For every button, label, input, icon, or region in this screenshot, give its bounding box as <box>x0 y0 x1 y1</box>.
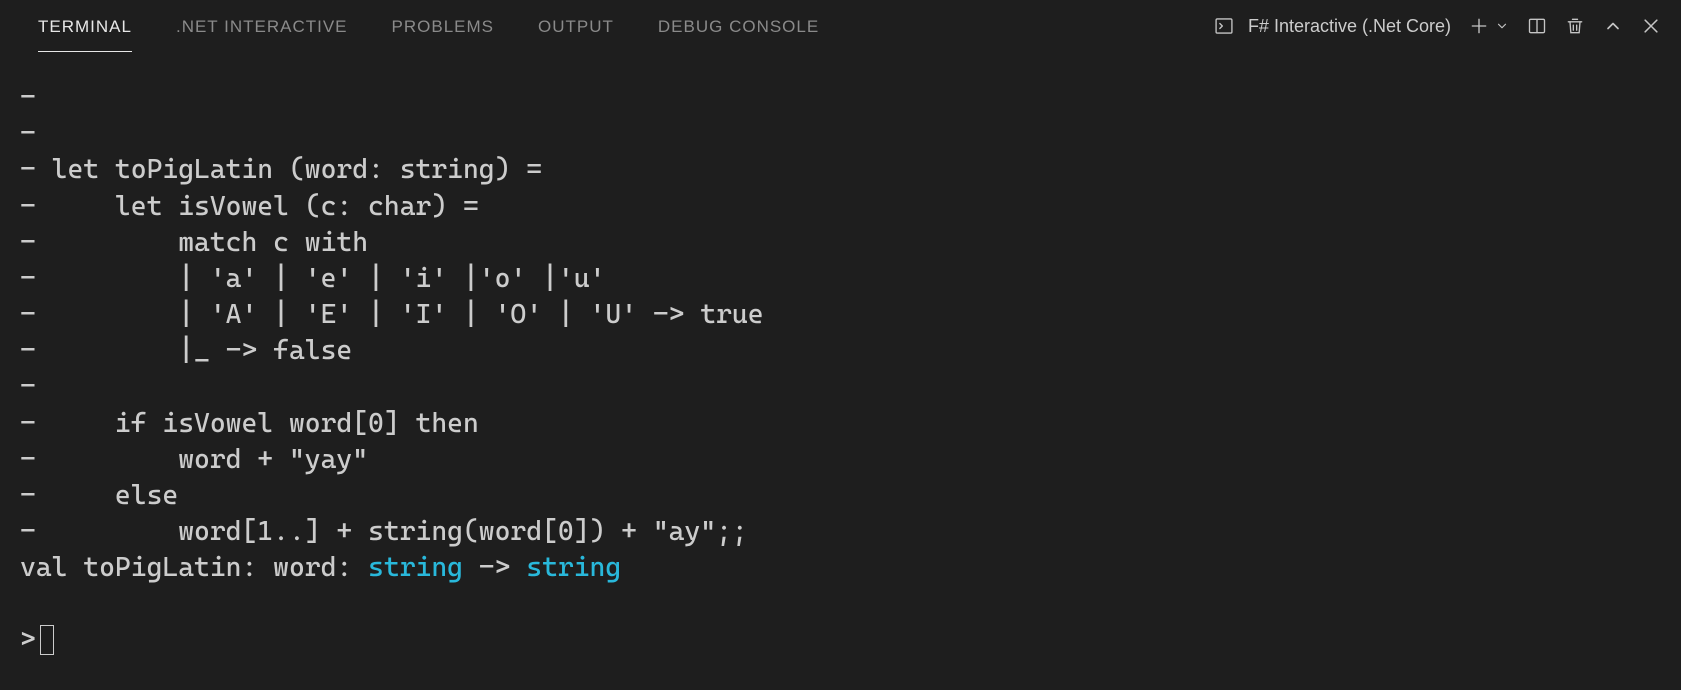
terminal-line: - <box>20 80 1661 116</box>
prompt-symbol: > <box>20 622 36 658</box>
tab-problems[interactable]: PROBLEMS <box>392 0 494 52</box>
new-terminal-button[interactable] <box>1469 16 1489 36</box>
terminal-launch-profile-chevron-icon[interactable] <box>1495 19 1509 33</box>
terminal-line: - <box>20 116 1661 152</box>
terminal-line: - word[1..] + string(word[0]) + "ay";; <box>20 514 1661 550</box>
terminal-line: - match c with <box>20 225 1661 261</box>
panel-actions: F# Interactive (.Net Core) <box>1214 16 1661 37</box>
terminal-line: - word + "yay" <box>20 442 1661 478</box>
panel-tabs: TERMINAL .NET INTERACTIVE PROBLEMS OUTPU… <box>38 0 819 52</box>
terminal-line: - let toPigLatin (word: string) = <box>20 152 1661 188</box>
terminal-line: - let isVowel (c: char) = <box>20 189 1661 225</box>
tab-dotnet-interactive[interactable]: .NET INTERACTIVE <box>176 0 348 52</box>
terminal-line: - else <box>20 478 1661 514</box>
tab-terminal[interactable]: TERMINAL <box>38 0 132 52</box>
terminal-line: - | 'a' | 'e' | 'i' |'o' |'u' <box>20 261 1661 297</box>
terminal-val-line: val toPigLatin: word: string -> string <box>20 550 1661 586</box>
tab-output[interactable]: OUTPUT <box>538 0 614 52</box>
terminal-icon <box>1214 16 1234 36</box>
split-terminal-button[interactable] <box>1527 16 1547 36</box>
terminal-shell-name: F# Interactive (.Net Core) <box>1248 16 1451 37</box>
terminal-line: - <box>20 369 1661 405</box>
kill-terminal-button[interactable] <box>1565 16 1585 36</box>
close-panel-button[interactable] <box>1641 16 1661 36</box>
tab-debug-console[interactable]: DEBUG CONSOLE <box>658 0 819 52</box>
terminal-cursor <box>40 625 54 655</box>
terminal-line: - | 'A' | 'E' | 'I' | 'O' | 'U' -> true <box>20 297 1661 333</box>
panel-header: TERMINAL .NET INTERACTIVE PROBLEMS OUTPU… <box>0 0 1681 52</box>
maximize-panel-button[interactable] <box>1603 16 1623 36</box>
terminal-output[interactable]: - - - let toPigLatin (word: string) = - … <box>0 52 1681 659</box>
terminal-shell-selector[interactable]: F# Interactive (.Net Core) <box>1214 16 1451 37</box>
terminal-line: - |_ -> false <box>20 333 1661 369</box>
terminal-line: - if isVowel word[0] then <box>20 406 1661 442</box>
terminal-prompt[interactable]: > <box>20 622 1661 658</box>
